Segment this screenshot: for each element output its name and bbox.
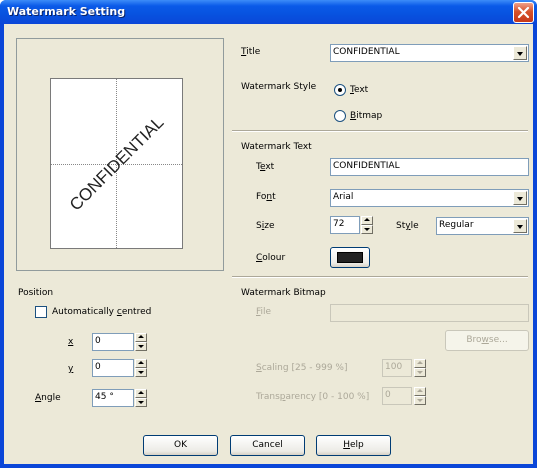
font-dropdown-button[interactable] xyxy=(513,191,527,205)
chevron-down-icon xyxy=(517,225,523,229)
up-arrow-icon xyxy=(364,218,370,221)
dialog-window: Watermark Setting CONFIDENTIAL Position … xyxy=(0,0,537,468)
text-style-dropdown-button[interactable] xyxy=(513,219,527,233)
file-label: File xyxy=(256,307,272,317)
watermark-text-input[interactable]: CONFIDENTIAL xyxy=(330,158,529,176)
separator-style xyxy=(232,130,528,132)
watermark-style-label: Watermark Style xyxy=(241,82,317,92)
angle-up-button[interactable] xyxy=(135,389,147,398)
font-select[interactable]: Arial xyxy=(330,189,529,207)
text-style-label: Style xyxy=(396,221,419,231)
title-select[interactable]: CONFIDENTIAL xyxy=(330,44,529,62)
x-spinner[interactable] xyxy=(135,333,147,351)
file-input[interactable] xyxy=(330,304,529,322)
style-bitmap-radio[interactable] xyxy=(334,110,346,122)
x-down-button[interactable] xyxy=(135,342,147,351)
browse-button[interactable]: Browse... xyxy=(445,330,529,351)
down-arrow-icon xyxy=(138,345,144,348)
size-spinner[interactable] xyxy=(361,216,373,234)
chevron-down-icon xyxy=(517,197,523,201)
angle-label: Angle xyxy=(35,393,61,403)
scaling-down-button[interactable] xyxy=(414,368,426,377)
up-arrow-icon xyxy=(138,391,144,394)
colour-picker-button[interactable] xyxy=(330,247,370,268)
scaling-up-button[interactable] xyxy=(414,359,426,368)
transparency-down-button[interactable] xyxy=(414,396,426,405)
scaling-label: Scaling [25 - 999 %] xyxy=(256,363,348,373)
x-up-button[interactable] xyxy=(135,333,147,342)
title-dropdown-button[interactable] xyxy=(513,46,527,60)
transparency-up-button[interactable] xyxy=(414,387,426,396)
text-style-select[interactable]: Regular xyxy=(436,217,529,235)
position-heading: Position xyxy=(18,288,54,298)
up-arrow-icon xyxy=(138,361,144,364)
y-input[interactable]: 0 xyxy=(92,359,134,377)
y-spinner[interactable] xyxy=(135,359,147,377)
separator-text xyxy=(232,276,528,278)
title-label: Title xyxy=(241,47,261,57)
scaling-input[interactable]: 100 xyxy=(382,359,412,377)
watermark-bitmap-heading: Watermark Bitmap xyxy=(241,288,326,298)
down-arrow-icon xyxy=(138,401,144,404)
watermark-text-heading: Watermark Text xyxy=(241,142,312,152)
style-text-label: Text xyxy=(350,85,369,95)
close-icon xyxy=(517,6,530,19)
style-text-radio[interactable] xyxy=(334,84,346,96)
help-button[interactable]: Help xyxy=(316,435,391,456)
x-input[interactable]: 0 xyxy=(92,333,134,351)
style-bitmap-label: Bitmap xyxy=(350,111,383,121)
scaling-spinner[interactable] xyxy=(414,359,426,377)
auto-centred-checkbox[interactable] xyxy=(35,306,47,318)
y-up-button[interactable] xyxy=(135,359,147,368)
preview-frame: CONFIDENTIAL xyxy=(16,38,224,271)
colour-label: Colour xyxy=(256,253,286,263)
x-label: x xyxy=(68,337,74,347)
radio-selected-dot xyxy=(338,88,342,92)
size-input[interactable]: 72 xyxy=(330,216,360,234)
angle-spinner[interactable] xyxy=(135,389,147,407)
auto-centred-label: Automatically centred xyxy=(52,307,152,317)
preview-page: CONFIDENTIAL xyxy=(50,78,183,249)
y-label: y xyxy=(68,364,74,374)
window-title: Watermark Setting xyxy=(7,5,126,18)
title-bar[interactable]: Watermark Setting xyxy=(0,0,537,24)
transparency-spinner[interactable] xyxy=(414,387,426,405)
transparency-label: Transparency [0 - 100 %] xyxy=(256,392,370,402)
text-label: Text xyxy=(256,162,275,172)
up-arrow-icon xyxy=(138,335,144,338)
font-label: Font xyxy=(256,192,276,202)
up-arrow-icon xyxy=(417,361,423,364)
down-arrow-icon xyxy=(364,228,370,231)
angle-input[interactable]: 45 ° xyxy=(92,389,134,407)
down-arrow-icon xyxy=(417,371,423,374)
chevron-down-icon xyxy=(517,52,523,56)
dialog-client-area: CONFIDENTIAL Position Automatically cent… xyxy=(4,24,533,464)
colour-swatch xyxy=(337,252,363,263)
ok-button[interactable]: OK xyxy=(143,435,218,456)
angle-down-button[interactable] xyxy=(135,398,147,407)
down-arrow-icon xyxy=(138,371,144,374)
transparency-input[interactable]: 0 xyxy=(382,387,412,405)
size-up-button[interactable] xyxy=(361,216,373,225)
down-arrow-icon xyxy=(417,399,423,402)
size-label: Size xyxy=(256,221,275,231)
close-button[interactable] xyxy=(513,2,534,23)
size-down-button[interactable] xyxy=(361,225,373,234)
up-arrow-icon xyxy=(417,389,423,392)
y-down-button[interactable] xyxy=(135,368,147,377)
cancel-button[interactable]: Cancel xyxy=(230,435,305,456)
